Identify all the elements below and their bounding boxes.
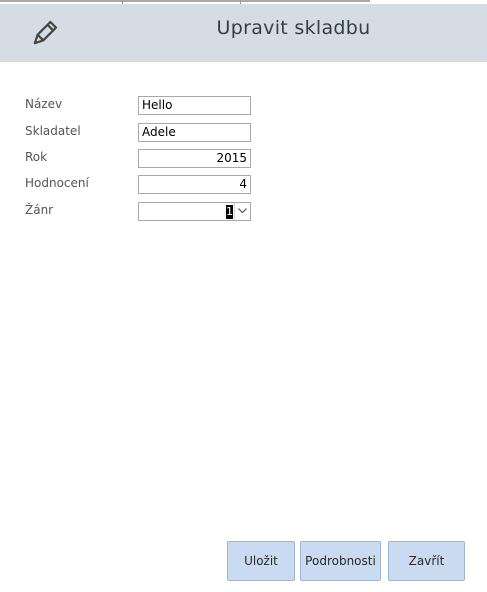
zanr-selected-value: 1 [226, 205, 233, 219]
chevron-down-icon [238, 208, 247, 214]
label-nazev: Název [25, 97, 63, 111]
form-title: Upravit skladbu [216, 17, 371, 39]
label-rok: Rok [25, 150, 48, 164]
zanr-combobox[interactable]: 1 [138, 202, 251, 221]
close-button[interactable]: Zavřít [388, 541, 465, 581]
label-zanr: Žánr [25, 203, 54, 217]
dropdown-button[interactable] [234, 203, 250, 220]
rok-input[interactable]: 2015 [138, 149, 251, 168]
top-divider [0, 0, 370, 2]
label-skladatel: Skladatel [25, 124, 81, 138]
hodnoceni-input[interactable]: 4 [138, 175, 251, 194]
label-hodnoceni: Hodnocení [25, 176, 89, 190]
form-header: Upravit skladbu [0, 4, 487, 62]
details-button[interactable]: Podrobnosti [300, 541, 381, 581]
nazev-input[interactable]: Hello [138, 96, 251, 115]
skladatel-input[interactable]: Adele [138, 123, 251, 142]
pencil-icon [33, 20, 58, 45]
save-button[interactable]: Uložit [227, 541, 295, 581]
